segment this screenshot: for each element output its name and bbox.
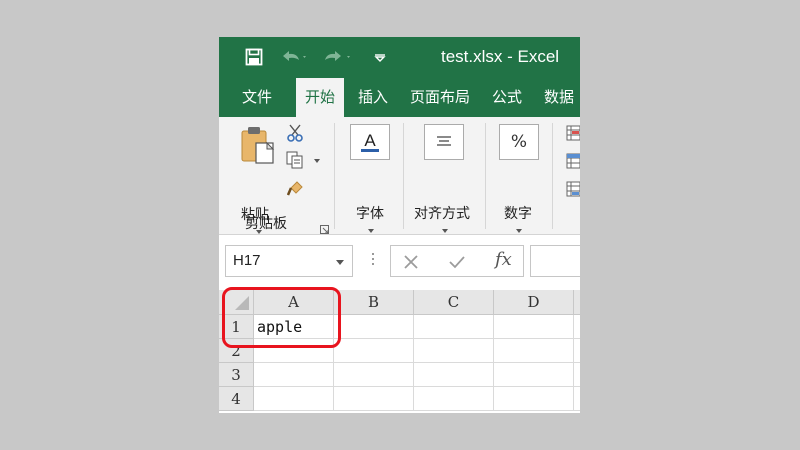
group-separator (403, 123, 404, 229)
name-box[interactable]: H17 (225, 245, 353, 277)
cell-partial (574, 339, 580, 363)
percent-icon[interactable]: % (499, 124, 539, 160)
copy-icon[interactable] (286, 151, 304, 173)
formula-bar-resize-handle[interactable] (372, 253, 374, 269)
cell-d3[interactable] (494, 363, 574, 387)
paste-icon[interactable] (239, 125, 279, 169)
cell-d4[interactable] (494, 387, 574, 411)
window-title: test.xlsx - Excel (441, 47, 560, 66)
formula-buttons: fx (390, 245, 524, 277)
cell-c4[interactable] (414, 387, 494, 411)
column-header-partial (574, 290, 580, 315)
cell-b4[interactable] (334, 387, 414, 411)
cell-c3[interactable] (414, 363, 494, 387)
tab-insert[interactable]: 插入 (349, 78, 397, 117)
insert-function-icon[interactable]: fx (495, 249, 512, 270)
ribbon: 粘贴 剪贴板 A 字体 对齐方式 % 数字 (219, 117, 580, 235)
font-icon[interactable]: A (350, 124, 390, 160)
cell-b2[interactable] (334, 339, 414, 363)
cell-b3[interactable] (334, 363, 414, 387)
highlight-annotation (222, 287, 341, 348)
font-label[interactable]: 字体 (356, 203, 384, 223)
column-header[interactable]: B (334, 290, 414, 315)
percent-glyph: % (510, 132, 528, 152)
font-dropdown-icon[interactable] (368, 229, 374, 233)
tab-file[interactable]: 文件 (233, 78, 281, 117)
align-icon[interactable] (424, 124, 464, 160)
save-icon[interactable] (245, 46, 263, 68)
tab-formulas[interactable]: 公式 (483, 78, 531, 117)
cell-a3[interactable] (254, 363, 334, 387)
enter-icon[interactable] (448, 254, 466, 274)
alignment-label[interactable]: 对齐方式 (414, 203, 470, 223)
copy-dropdown-icon[interactable] (314, 159, 320, 163)
name-box-dropdown-icon[interactable] (336, 260, 344, 265)
ribbon-tabs: 文件 开始 插入 页面布局 公式 数据 (219, 78, 580, 117)
row-header[interactable]: 3 (219, 363, 254, 387)
formula-input[interactable] (530, 245, 580, 277)
cut-icon[interactable] (286, 123, 304, 147)
tab-data[interactable]: 数据 (535, 78, 580, 117)
conditional-format-icon[interactable] (566, 125, 580, 145)
name-box-value: H17 (233, 252, 261, 269)
cell-partial (574, 387, 580, 411)
cell-a4[interactable] (254, 387, 334, 411)
cancel-icon[interactable] (403, 254, 419, 274)
cell-b1[interactable] (334, 315, 414, 339)
formula-bar: H17 fx (219, 235, 580, 285)
tab-home[interactable]: 开始 (296, 78, 345, 117)
number-dropdown-icon[interactable] (516, 229, 522, 233)
cell-styles-icon[interactable] (566, 181, 580, 201)
cell-c2[interactable] (414, 339, 494, 363)
group-separator (485, 123, 486, 229)
group-separator (334, 123, 335, 229)
cell-d1[interactable] (494, 315, 574, 339)
svg-text:A: A (364, 131, 376, 150)
customize-dropdown-icon[interactable] (373, 46, 387, 68)
excel-window: test.xlsx - Excel 文件 开始 插入 页面布局 公式 数据 粘贴 (219, 37, 580, 413)
tab-page-layout[interactable]: 页面布局 (401, 78, 479, 117)
cell-partial (574, 315, 580, 339)
column-header[interactable]: C (414, 290, 494, 315)
cell-c1[interactable] (414, 315, 494, 339)
column-header[interactable]: D (494, 290, 574, 315)
format-painter-icon[interactable] (286, 179, 305, 201)
alignment-dropdown-icon[interactable] (442, 229, 448, 233)
clipboard-group-label: 剪贴板 (245, 216, 287, 232)
number-label[interactable]: 数字 (504, 203, 532, 223)
group-separator (552, 123, 553, 229)
cell-d2[interactable] (494, 339, 574, 363)
cell-partial (574, 363, 580, 387)
format-as-table-icon[interactable] (566, 153, 580, 173)
undo-icon[interactable] (279, 46, 309, 68)
row-header[interactable]: 4 (219, 387, 254, 411)
redo-icon[interactable] (323, 46, 353, 68)
title-bar: test.xlsx - Excel (219, 37, 580, 78)
